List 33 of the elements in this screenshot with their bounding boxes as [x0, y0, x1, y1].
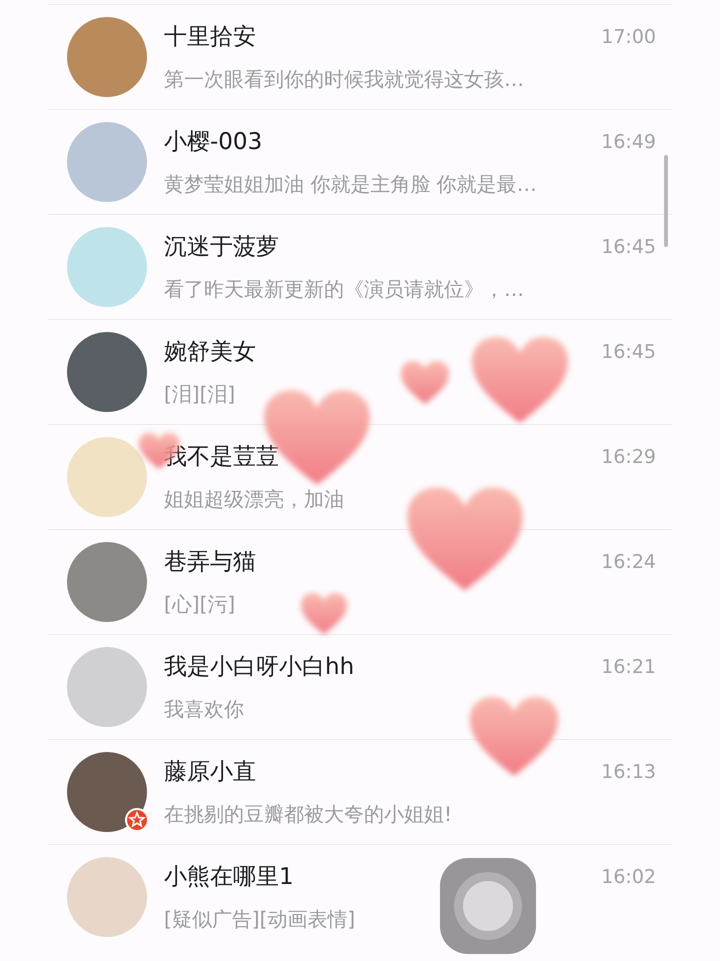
message-preview: 姐姐超级漂亮，加油 [164, 486, 344, 514]
contact-name: 沉迷于菠萝 [164, 232, 279, 262]
message-time: 16:24 [601, 550, 656, 575]
heart-icon [468, 695, 560, 778]
heart-icon [300, 592, 348, 636]
message-time: 16:45 [601, 234, 656, 260]
message-preview: 第一次眼看到你的时候我就觉得这女孩… [164, 66, 524, 94]
message-time: 16:02 [601, 864, 656, 890]
message-time: 16:45 [601, 340, 656, 365]
assistive-touch-button[interactable] [440, 858, 536, 954]
contact-name: 十里拾安 [164, 22, 256, 52]
message-preview: [泪][泪] [164, 381, 236, 408]
contact-name: 藤原小直 [164, 758, 256, 787]
message-preview: [心][污] [164, 591, 236, 618]
message-time: 16:13 [601, 760, 656, 785]
contact-name: 小熊在哪里1 [164, 862, 294, 892]
contact-name: 婉舒美女 [164, 338, 256, 367]
message-preview: 黄梦莹姐姐加油 你就是主角脸 你就是最… [164, 171, 537, 198]
message-time: 17:00 [601, 24, 656, 50]
message-preview: 我喜欢你 [164, 696, 244, 724]
heart-icon [405, 485, 525, 593]
message-preview: 看了昨天最新更新的《演员请就位》，… [164, 276, 524, 304]
contact-name: 巷弄与猫 [164, 548, 256, 577]
heart-icon [470, 335, 570, 425]
contact-name: 我不是荳荳 [164, 442, 279, 472]
message-preview: 在挑剔的豆瓣都被大夸的小姐姐! [164, 801, 452, 828]
message-time: 16:29 [601, 444, 656, 470]
contact-name: 小樱-003 [164, 128, 262, 157]
message-time: 16:49 [601, 130, 656, 155]
contact-name: 我是小白呀小白hh [164, 652, 354, 682]
message-preview: [疑似广告][动画表情] [164, 906, 356, 934]
message-time: 16:21 [601, 654, 656, 680]
heart-icon [400, 360, 450, 405]
